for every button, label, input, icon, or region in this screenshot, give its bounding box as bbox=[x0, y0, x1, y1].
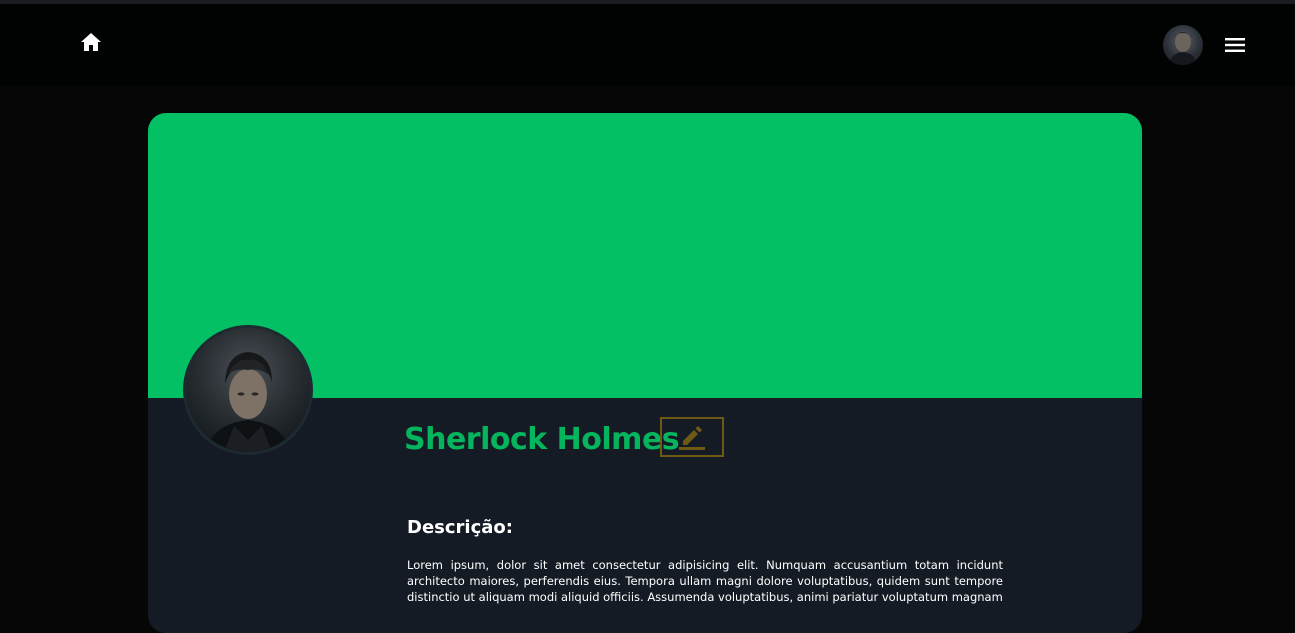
profile-name: Sherlock Holmes bbox=[404, 422, 680, 457]
edit-profile-button[interactable] bbox=[660, 417, 724, 457]
profile-avatar bbox=[183, 325, 313, 455]
user-avatar-image bbox=[1169, 32, 1197, 65]
profile-avatar-image bbox=[206, 352, 290, 452]
home-icon bbox=[81, 33, 101, 51]
navbar bbox=[0, 4, 1295, 86]
hamburger-menu-icon bbox=[1225, 38, 1245, 52]
description-text: Lorem ipsum, dolor sit amet consectetur … bbox=[407, 558, 1003, 604]
home-button[interactable] bbox=[78, 30, 104, 54]
user-avatar[interactable] bbox=[1163, 25, 1203, 65]
pencil-icon bbox=[679, 426, 705, 450]
description-heading: Descrição: bbox=[407, 517, 513, 538]
menu-button[interactable] bbox=[1222, 34, 1248, 56]
